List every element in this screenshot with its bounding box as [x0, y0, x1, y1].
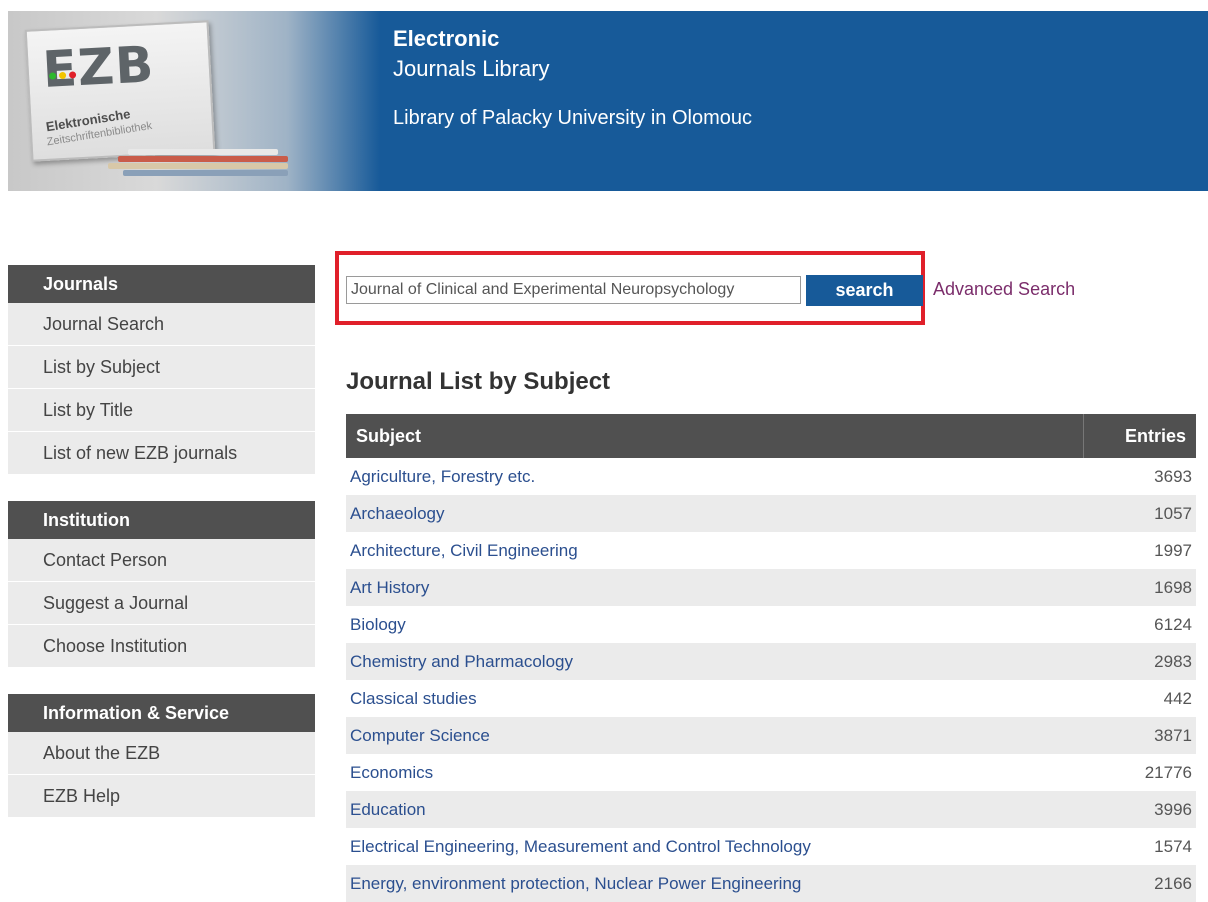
logo-banner[interactable]: EZB Elektronische Zeitschriftenbibliothe…	[8, 11, 380, 191]
entries-count: 1698	[1083, 569, 1196, 606]
subject-link[interactable]: Classical studies	[346, 680, 1084, 717]
subject-link[interactable]: Economics	[346, 754, 1084, 791]
sidebar-item-choose-institution[interactable]: Choose Institution	[8, 625, 315, 668]
subject-link[interactable]: Art History	[346, 569, 1084, 606]
subject-table: Subject Entries Agriculture, Forestry et…	[346, 414, 1196, 902]
table-row: Art History 1698	[346, 569, 1196, 606]
subject-link[interactable]: Energy, environment protection, Nuclear …	[346, 865, 1084, 902]
sidebar-heading-journals: Journals	[8, 265, 315, 303]
page-title: Journal List by Subject	[346, 368, 611, 395]
sidebar-item-ezb-help[interactable]: EZB Help	[8, 775, 315, 818]
subject-link[interactable]: Archaeology	[346, 495, 1084, 532]
entries-count: 3871	[1083, 717, 1196, 754]
table-row: Energy, environment protection, Nuclear …	[346, 865, 1196, 902]
sidebar-item-new-journals[interactable]: List of new EZB journals	[8, 432, 315, 475]
column-header-entries: Entries	[1082, 414, 1196, 458]
table-row: Architecture, Civil Engineering 1997	[346, 532, 1196, 569]
sidebar-nav: Journals Journal Search List by Subject …	[8, 265, 315, 818]
sidebar-heading-info-service: Information & Service	[8, 694, 315, 732]
entries-count: 1997	[1083, 532, 1196, 569]
logo-traffic-light-icon	[48, 71, 77, 80]
entries-count: 3693	[1083, 458, 1196, 495]
sidebar-heading-institution: Institution	[8, 501, 315, 539]
books-icon	[108, 149, 308, 181]
institution-name: Library of Palacky University in Olomouc	[393, 107, 753, 129]
table-row: Archaeology 1057	[346, 495, 1196, 532]
logo-mark: EZB	[41, 35, 156, 99]
sidebar-item-about-ezb[interactable]: About the EZB	[8, 732, 315, 775]
subject-link[interactable]: Computer Science	[346, 717, 1084, 754]
table-row: Chemistry and Pharmacology 2983	[346, 643, 1196, 680]
column-header-subject: Subject	[346, 414, 1084, 458]
sidebar-item-journal-search[interactable]: Journal Search	[8, 303, 315, 346]
sidebar-item-suggest-journal[interactable]: Suggest a Journal	[8, 582, 315, 625]
table-row: Education 3996	[346, 791, 1196, 828]
table-header-row: Subject Entries	[346, 414, 1196, 458]
entries-count: 2166	[1083, 865, 1196, 902]
sidebar-item-list-by-title[interactable]: List by Title	[8, 389, 315, 432]
search-input[interactable]	[346, 276, 801, 304]
sidebar-item-list-by-subject[interactable]: List by Subject	[8, 346, 315, 389]
search-button[interactable]: search	[806, 275, 923, 306]
subject-link[interactable]: Architecture, Civil Engineering	[346, 532, 1084, 569]
table-row: Computer Science 3871	[346, 717, 1196, 754]
entries-count: 1574	[1083, 828, 1196, 865]
table-row: Biology 6124	[346, 606, 1196, 643]
site-title: Electronic	[393, 26, 500, 51]
table-row: Classical studies 442	[346, 680, 1196, 717]
table-row: Agriculture, Forestry etc. 3693	[346, 458, 1196, 495]
site-subtitle: Journals Library	[393, 56, 550, 81]
subject-link[interactable]: Electrical Engineering, Measurement and …	[346, 828, 1084, 865]
subject-link[interactable]: Chemistry and Pharmacology	[346, 643, 1084, 680]
advanced-search-link[interactable]: Advanced Search	[933, 279, 1075, 300]
table-row: Electrical Engineering, Measurement and …	[346, 828, 1196, 865]
entries-count: 3996	[1083, 791, 1196, 828]
ezb-logo[interactable]: EZB Elektronische Zeitschriftenbibliothe…	[24, 20, 216, 162]
entries-count: 21776	[1083, 754, 1196, 791]
entries-count: 1057	[1083, 495, 1196, 532]
subject-link[interactable]: Education	[346, 791, 1084, 828]
entries-count: 442	[1083, 680, 1196, 717]
table-row: Economics 21776	[346, 754, 1196, 791]
site-header: EZB Elektronische Zeitschriftenbibliothe…	[8, 11, 1208, 191]
subject-link[interactable]: Agriculture, Forestry etc.	[346, 458, 1084, 495]
sidebar-item-contact-person[interactable]: Contact Person	[8, 539, 315, 582]
subject-link[interactable]: Biology	[346, 606, 1084, 643]
entries-count: 6124	[1083, 606, 1196, 643]
entries-count: 2983	[1083, 643, 1196, 680]
